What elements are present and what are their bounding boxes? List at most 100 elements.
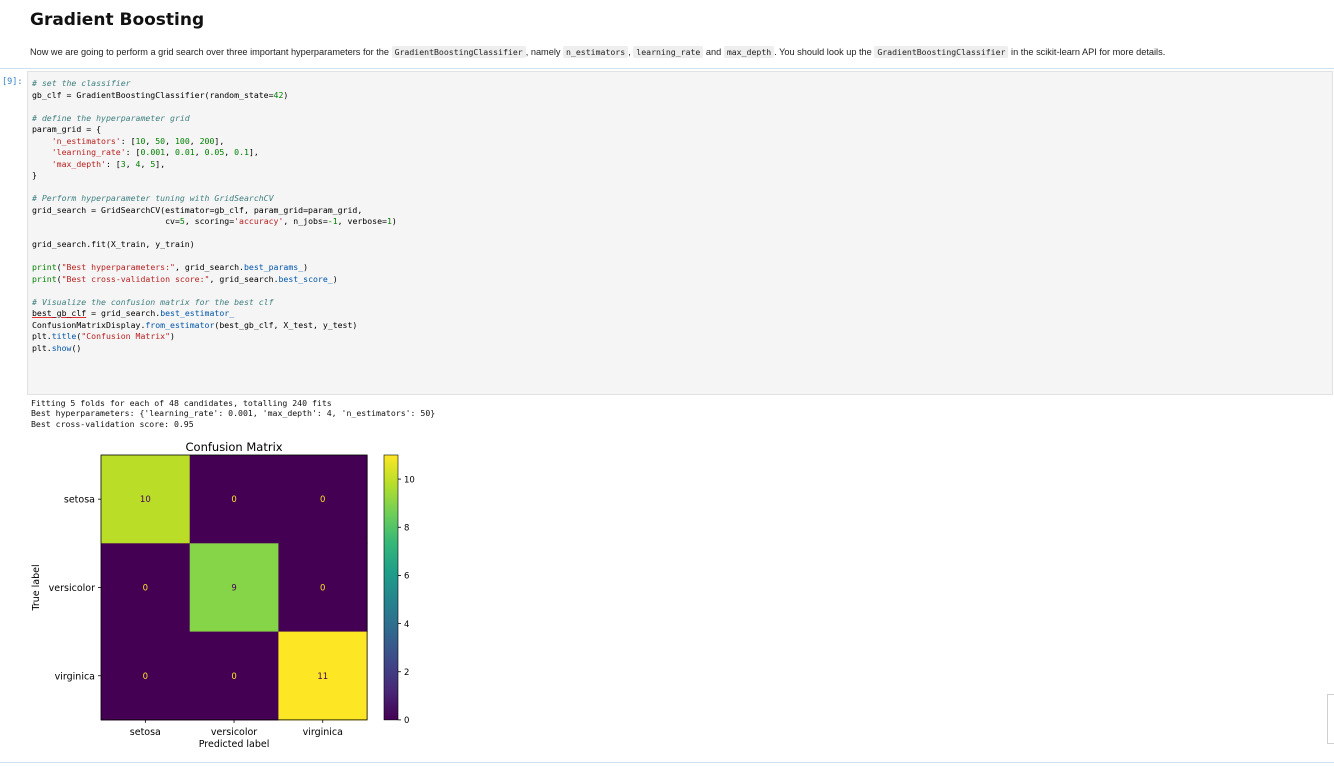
- code-token: ConfusionMatrixDisplay.: [32, 319, 146, 330]
- code-token: print: [32, 273, 57, 284]
- confusion-matrix-chart: Confusion Matrix 10 0 0 0 9 0 0 0 11 setosa versico…: [31, 440, 415, 750]
- cell-top-border: [0, 68, 1334, 69]
- code-line: print("Best hyperparameters:", grid_sear…: [32, 262, 308, 272]
- code-line: 'learning_rate': [0.001, 0.01, 0.05, 0.1…: [32, 147, 259, 157]
- cell-value-label: 0: [143, 583, 148, 593]
- code-line: 'max_depth': [3, 4, 5],: [32, 159, 165, 169]
- code-token: best_params_: [243, 262, 304, 272]
- output-line: Best hyperparameters: {'learning_rate': …: [31, 408, 436, 419]
- code-token: plt.: [32, 331, 52, 341]
- code-token: : [: [125, 147, 141, 157]
- cell-value-label: 0: [143, 672, 148, 682]
- cell-value-label: 10: [140, 495, 151, 505]
- code-token: : [: [120, 135, 136, 146]
- code-token: print: [32, 262, 57, 272]
- paragraph-text: . You should look up the: [774, 47, 875, 57]
- y-tick-label: setosa: [64, 495, 95, 506]
- code-token: 'accuracy': [234, 216, 284, 226]
- code-token: best_estimator_: [160, 308, 235, 318]
- x-tick-label: virginica: [303, 727, 343, 738]
- code-line: # define the hyperparameter grid: [32, 113, 190, 123]
- code-token: ],: [155, 158, 166, 169]
- code-token: , scoring=: [184, 216, 235, 226]
- code-token: ): [170, 331, 175, 341]
- code-token: : [: [105, 158, 121, 169]
- code-token: title: [51, 331, 77, 341]
- code-token: "Best hyperparameters:": [61, 262, 175, 272]
- inline-code: n_estimators: [563, 46, 629, 58]
- code-line: grid_search = GridSearchCV(estimator=gb_…: [32, 205, 362, 215]
- chart-title: Confusion Matrix: [186, 440, 283, 454]
- code-line: }: [32, 170, 37, 180]
- code-line: ConfusionMatrixDisplay.from_estimator(be…: [32, 320, 357, 330]
- cell-value-label: 0: [231, 672, 236, 682]
- code-token: ],: [214, 135, 225, 146]
- code-token: grid_search = GridSearchCV(estimator=gb_…: [32, 204, 363, 215]
- code-token: "Best cross-validation score:": [61, 273, 210, 284]
- code-token: ,: [194, 147, 205, 157]
- code-token: 'n_estimators': [51, 135, 121, 146]
- paragraph-text: in the scikit-learn API for more details…: [1008, 47, 1166, 57]
- code-line: grid_search.fit(X_train, y_train): [32, 239, 195, 249]
- code-token: ,: [165, 147, 175, 157]
- inline-code: GradientBoostingClassifier: [391, 46, 526, 58]
- code-token: ],: [248, 147, 259, 157]
- scrollbar-stub[interactable]: [1327, 694, 1334, 744]
- code-token: from_estimator: [145, 319, 215, 330]
- code-token: # set the classifier: [32, 78, 131, 88]
- code-token: ,: [224, 147, 235, 157]
- colorbar-tick-label: 2: [404, 668, 409, 678]
- cell-value-label: 11: [317, 672, 328, 682]
- code-token: 10: [135, 135, 146, 146]
- x-tick-label: versicolor: [211, 727, 257, 738]
- colorbar-tick-label: 0: [404, 716, 409, 726]
- code-token: 0.1: [234, 147, 249, 157]
- code-token: gb_clf = GradientBoostingClassifier(rand…: [32, 89, 274, 100]
- cell-value-label: 0: [231, 495, 236, 505]
- inline-code: GradientBoostingClassifier: [874, 46, 1009, 58]
- code-token: 200: [199, 135, 215, 146]
- code-token: ,: [140, 158, 151, 169]
- code-token: 0.01: [174, 147, 195, 157]
- code-editor[interactable]: # set the classifier gb_clf = GradientBo…: [32, 78, 397, 354]
- code-token: ,: [125, 158, 136, 169]
- inline-code: learning_rate: [633, 46, 704, 58]
- code-token: "Confusion Matrix": [81, 331, 171, 341]
- colorbar-tick-label: 6: [404, 572, 409, 582]
- code-token: (): [71, 342, 82, 353]
- markdown-paragraph: Now we are going to perform a grid searc…: [30, 44, 1330, 60]
- code-token: best_gb_clf: [32, 308, 87, 318]
- code-token: 0.001: [140, 147, 166, 157]
- code-cell-input[interactable]: # set the classifier gb_clf = GradientBo…: [27, 71, 1333, 395]
- code-line: best_gb_clf = grid_search.best_estimator…: [32, 308, 234, 318]
- code-token: ,: [145, 135, 156, 146]
- colorbar: [383, 454, 399, 721]
- execution-count: [9]:: [2, 77, 23, 87]
- cell-value-label: 0: [320, 495, 325, 505]
- cell-value-label: 9: [231, 583, 236, 593]
- code-token: ): [332, 273, 338, 284]
- code-line: # set the classifier: [32, 78, 131, 88]
- code-line: print("Best cross-validation score:", gr…: [32, 274, 338, 284]
- code-token: 'max_depth': [51, 158, 106, 169]
- code-token: ,: [165, 135, 175, 146]
- x-tick-label: setosa: [130, 727, 161, 738]
- code-token: , grid_search.: [174, 262, 244, 272]
- paragraph-text: , namely: [525, 47, 564, 57]
- code-token: plt.: [32, 342, 52, 353]
- code-token: ): [283, 89, 289, 100]
- code-token: show: [51, 342, 72, 353]
- colorbar-tick-label: 10: [404, 475, 415, 485]
- code-token: best_score_: [278, 273, 333, 284]
- confusion-matrix-figure: Confusion Matrix 10 0 0 0 9 0 0 0 11 setosa versico…: [0, 438, 460, 767]
- code-token: 50: [155, 135, 166, 146]
- code-line: plt.title("Confusion Matrix"): [32, 331, 175, 341]
- y-axis-label: True label: [31, 564, 42, 611]
- code-token: cv=: [32, 216, 180, 226]
- output-line: Best cross-validation score: 0.95: [31, 418, 194, 429]
- code-token: -1: [327, 216, 338, 226]
- colorbar-tick-label: 8: [404, 523, 409, 533]
- code-token: = grid_search.: [86, 308, 161, 318]
